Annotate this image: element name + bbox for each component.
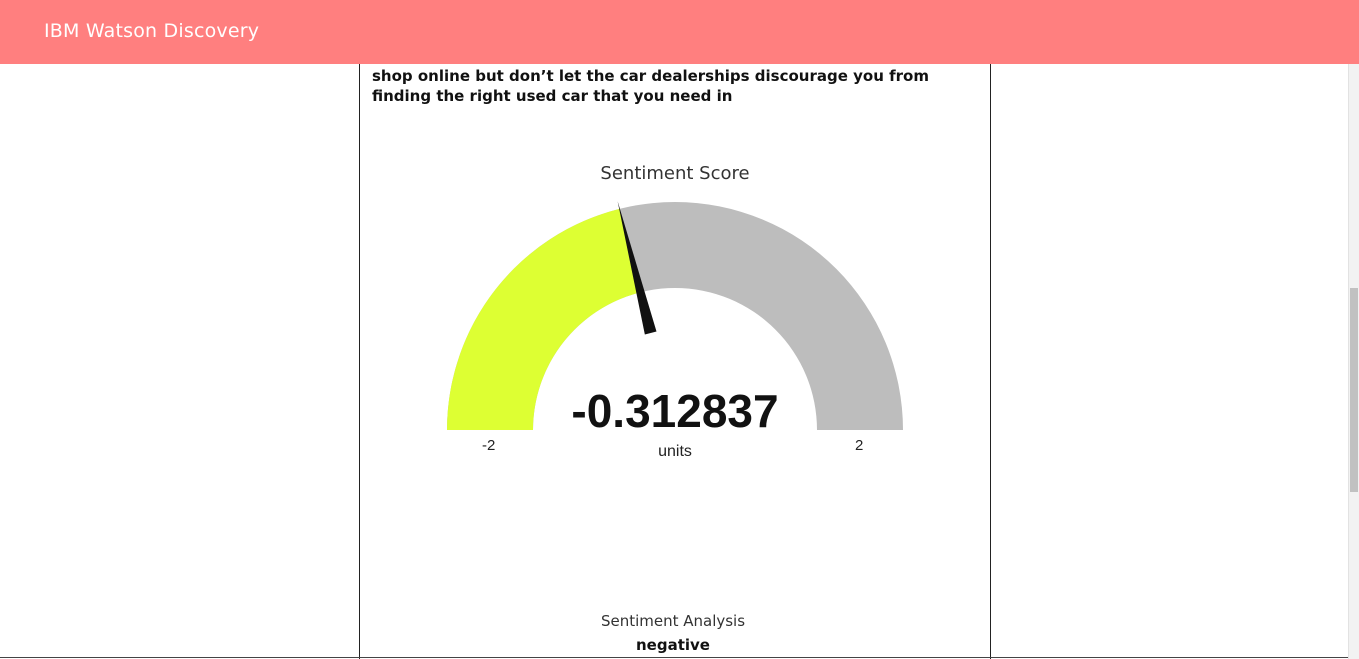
article-excerpt: shop online but don’t let the car dealer… [372,67,929,105]
gauge-value: -0.312837 [571,385,779,437]
app-header: IBM Watson Discovery [0,0,1359,64]
scrollbar-thumb[interactable] [1350,288,1358,492]
gauge-max-label: 2 [855,437,864,454]
gauge-min-label: -2 [482,437,496,454]
app-title[interactable]: IBM Watson Discovery [44,20,259,42]
page-scrollbar[interactable] [1348,64,1359,659]
gauge-units: units [658,443,692,460]
result-card: shop online but don’t let the car dealer… [359,0,991,659]
sentiment-analysis-value: negative [636,636,710,654]
gauge-title: Sentiment Score [600,163,750,184]
sentiment-analysis-label: Sentiment Analysis [600,612,746,630]
bottom-divider [0,657,1359,658]
